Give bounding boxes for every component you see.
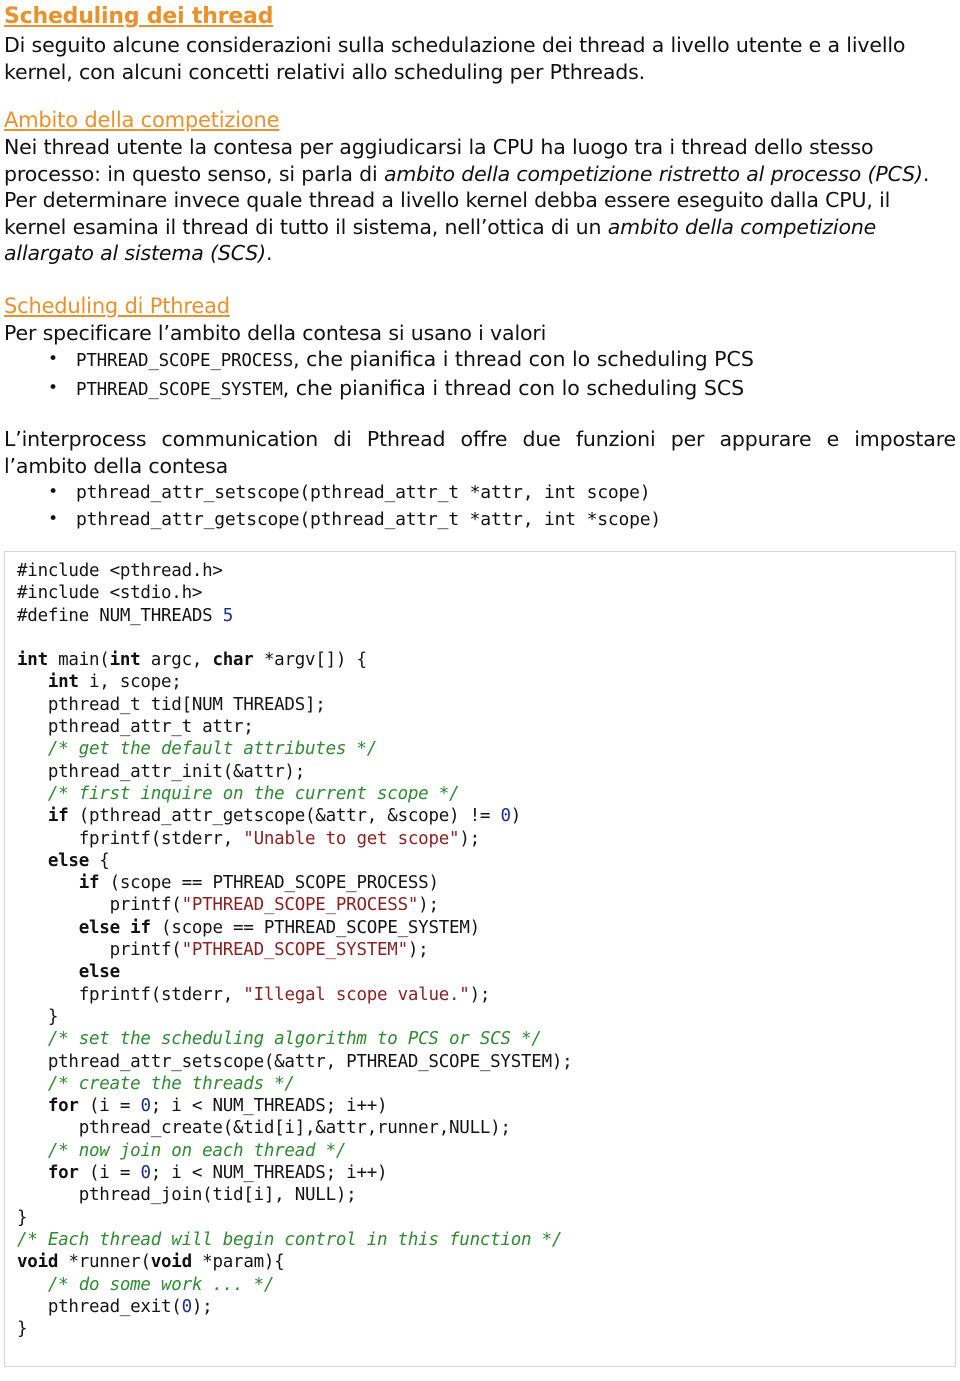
pthread-scope-values-list: • PTHREAD_SCOPE_PROCESS, che pianifica i … [4,346,956,404]
page-title: Scheduling dei thread [4,4,274,29]
scope-paragraph-part-3: . [265,241,273,265]
ipc-functions-list: • pthread_attr_setscope(pthread_attr_t *a… [4,479,956,533]
list-item: • PTHREAD_SCOPE_SYSTEM, che pianifica i t… [4,375,956,404]
list-item: • PTHREAD_SCOPE_PROCESS, che pianifica i … [4,346,956,375]
code-listing: #include <pthread.h> #include <stdio.h> … [4,551,956,1368]
pthread-scope-constant: PTHREAD_SCOPE_SYSTEM [76,380,283,400]
pthread-scope-constant: PTHREAD_SCOPE_PROCESS [76,351,294,371]
list-item: • pthread_attr_setscope(pthread_attr_t *a… [4,479,956,506]
scope-paragraph-italic-1: ambito della competizione ristretto al p… [383,161,923,186]
section-heading-pthread: Scheduling di Pthread [4,293,230,318]
pthread-lead-paragraph: Per specificare l’ambito della contesa s… [4,320,547,345]
bullet-icon: • [48,482,59,502]
ipc-paragraph: L’interprocess communication di Pthread … [4,427,956,478]
bullet-icon: • [48,378,59,398]
list-item: • pthread_attr_getscope(pthread_attr_t *a… [4,506,956,533]
bullet-icon: • [48,509,59,529]
ipc-function-signature: pthread_attr_setscope(pthread_attr_t *at… [76,482,651,503]
document-page: Scheduling dei thread Di seguito alcune … [0,0,960,1381]
pthread-scope-description: , che pianifica i thread con lo scheduli… [293,347,754,371]
scope-paragraph: Nei thread utente la contesa per aggiudi… [4,134,956,267]
code-listing-text: #include <pthread.h> #include <stdio.h> … [17,561,573,1340]
pthread-scope-description: , che pianifica i thread con lo scheduli… [282,376,745,400]
intro-paragraph: Di seguito alcune considerazioni sulla s… [4,33,906,84]
bullet-icon: • [48,349,59,369]
ipc-function-signature: pthread_attr_getscope(pthread_attr_t *at… [76,509,662,530]
section-heading-scope: Ambito della competizione [4,108,280,132]
